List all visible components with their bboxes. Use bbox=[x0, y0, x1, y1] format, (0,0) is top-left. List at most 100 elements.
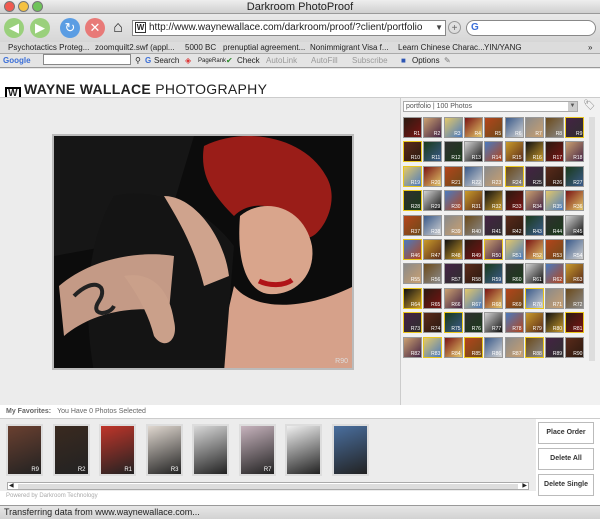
thumbnail-item[interactable]: R78 bbox=[504, 312, 524, 334]
favorite-item[interactable]: R2 bbox=[52, 424, 90, 476]
thumbnail-item[interactable]: R4 bbox=[463, 117, 483, 138]
autolink-button[interactable]: AutoLink bbox=[266, 54, 297, 68]
bookmark-item[interactable]: Psychotactics Proteg... bbox=[8, 42, 89, 53]
thumbnail-item[interactable]: R61 bbox=[524, 263, 544, 285]
thumbnail-item[interactable]: R46 bbox=[403, 239, 422, 260]
favorite-item[interactable]: R7 bbox=[238, 424, 276, 476]
zoom-window-icon[interactable] bbox=[32, 1, 43, 12]
thumbnail-item[interactable]: R37 bbox=[403, 214, 422, 236]
thumbnail-item[interactable]: R6 bbox=[504, 117, 524, 138]
thumbnail-item[interactable]: R90 bbox=[565, 336, 585, 358]
place-order-button[interactable]: Place Order bbox=[538, 422, 594, 444]
stop-icon[interactable]: ✕ bbox=[85, 18, 105, 38]
thumbnail-item[interactable]: R45 bbox=[565, 214, 585, 236]
favorite-item[interactable]: R9 bbox=[6, 424, 43, 476]
thumbnail-item[interactable]: R17 bbox=[545, 141, 565, 163]
favorite-item[interactable] bbox=[285, 424, 322, 476]
thumbnail-item[interactable]: R89 bbox=[545, 336, 565, 358]
thumbnail-item[interactable]: R35 bbox=[545, 190, 565, 212]
thumbnail-item[interactable]: R70 bbox=[524, 287, 544, 309]
thumbnail-item[interactable]: R12 bbox=[443, 141, 463, 163]
thumbnail-item[interactable]: R81 bbox=[565, 312, 585, 334]
minimize-window-icon[interactable] bbox=[18, 1, 29, 12]
thumbnail-item[interactable]: R72 bbox=[565, 287, 585, 309]
thumbnail-item[interactable]: R30 bbox=[443, 190, 463, 212]
thumbnail-item[interactable]: R40 bbox=[463, 214, 483, 236]
delete-single-button[interactable]: Delete Single bbox=[538, 474, 594, 496]
google-search-button[interactable]: Search bbox=[154, 54, 179, 68]
thumbnail-item[interactable]: R47 bbox=[423, 239, 443, 260]
thumbnail-item[interactable]: R42 bbox=[504, 214, 524, 236]
bookmark-item[interactable]: zoomquilt2.swf (appl... bbox=[95, 42, 175, 53]
thumbnail-item[interactable]: R51 bbox=[504, 239, 524, 260]
thumbnail-item[interactable]: R26 bbox=[545, 165, 565, 187]
thumbnail-item[interactable]: R8 bbox=[545, 117, 565, 138]
thumbnail-item[interactable]: R84 bbox=[443, 336, 463, 358]
thumbnail-item[interactable]: R62 bbox=[545, 263, 565, 285]
favorite-item[interactable] bbox=[192, 424, 229, 476]
thumbnail-item[interactable]: R19 bbox=[403, 165, 422, 187]
thumbnail-item[interactable]: R83 bbox=[423, 336, 443, 358]
thumbnail-item[interactable]: R10 bbox=[403, 141, 422, 163]
thumbnail-item[interactable]: R56 bbox=[423, 263, 443, 285]
thumbnail-item[interactable]: R58 bbox=[463, 263, 483, 285]
thumbnail-item[interactable]: R75 bbox=[443, 312, 463, 334]
thumbnail-item[interactable]: R41 bbox=[484, 214, 504, 236]
thumbnail-item[interactable]: R20 bbox=[423, 165, 443, 187]
google-search-input[interactable] bbox=[43, 54, 131, 65]
thumbnail-item[interactable]: R32 bbox=[484, 190, 504, 212]
check-button[interactable]: Check bbox=[237, 54, 260, 68]
favorite-item[interactable]: R1 bbox=[99, 424, 136, 476]
thumbnail-item[interactable]: R11 bbox=[423, 141, 443, 163]
thumbnail-item[interactable]: R87 bbox=[504, 336, 524, 358]
thumbnail-item[interactable]: R36 bbox=[565, 190, 585, 212]
thumbnail-item[interactable]: R7 bbox=[524, 117, 544, 138]
pagerank-indicator[interactable]: PageRank bbox=[198, 54, 226, 68]
thumbnail-item[interactable]: R49 bbox=[463, 239, 483, 260]
thumbnail-item[interactable]: R82 bbox=[403, 336, 422, 358]
thumbnail-item[interactable]: R34 bbox=[524, 190, 544, 212]
scroll-right-icon[interactable]: ▶ bbox=[522, 482, 527, 489]
bookmark-item[interactable]: prenuptial agreement... bbox=[223, 42, 305, 53]
favorite-item[interactable]: R3 bbox=[145, 424, 183, 476]
thumbnail-item[interactable]: R57 bbox=[443, 263, 463, 285]
close-window-icon[interactable] bbox=[4, 1, 15, 12]
thumbnail-item[interactable]: R59 bbox=[484, 263, 504, 285]
thumbnail-item[interactable]: R50 bbox=[484, 239, 504, 260]
search-field[interactable]: G bbox=[466, 20, 596, 36]
thumbnail-item[interactable]: R5 bbox=[484, 117, 504, 138]
reload-icon[interactable]: ↻ bbox=[60, 18, 80, 38]
thumbnail-item[interactable]: R80 bbox=[545, 312, 565, 334]
thumbnail-item[interactable]: R69 bbox=[504, 287, 524, 309]
thumbnail-item[interactable]: R71 bbox=[545, 287, 565, 309]
thumbnail-item[interactable]: R24 bbox=[504, 165, 524, 187]
thumbnail-item[interactable]: R18 bbox=[565, 141, 585, 163]
favorite-item[interactable] bbox=[331, 424, 369, 476]
thumbnail-item[interactable]: R65 bbox=[423, 287, 443, 309]
thumbnail-item[interactable]: R73 bbox=[403, 312, 422, 334]
thumbnail-item[interactable]: R79 bbox=[524, 312, 544, 334]
thumbnail-item[interactable]: R28 bbox=[403, 190, 422, 212]
thumbnail-item[interactable]: R1 bbox=[403, 117, 422, 138]
thumbnail-item[interactable]: R9 bbox=[565, 117, 585, 138]
bookmark-item[interactable]: YIN/YANG bbox=[484, 42, 522, 53]
thumbnail-item[interactable]: R33 bbox=[504, 190, 524, 212]
thumbnail-item[interactable]: R21 bbox=[443, 165, 463, 187]
thumbnail-item[interactable]: R77 bbox=[484, 312, 504, 334]
thumbnail-item[interactable]: R3 bbox=[443, 117, 463, 138]
thumbnail-item[interactable]: R23 bbox=[484, 165, 504, 187]
bookmarks-overflow-icon[interactable]: » bbox=[588, 42, 592, 53]
thumbnail-item[interactable]: R74 bbox=[423, 312, 443, 334]
back-button[interactable]: ◀ bbox=[4, 18, 24, 38]
bookmark-item[interactable]: 5000 BC bbox=[185, 42, 216, 53]
scroll-left-icon[interactable]: ◀ bbox=[9, 482, 14, 489]
thumbnail-item[interactable]: R55 bbox=[403, 263, 422, 285]
thumbnail-item[interactable]: R67 bbox=[463, 287, 483, 309]
thumbnail-item[interactable]: R15 bbox=[504, 141, 524, 163]
thumbnail-item[interactable]: R29 bbox=[423, 190, 443, 212]
pencil-icon[interactable]: ✎ bbox=[444, 54, 451, 68]
thumbnail-item[interactable]: R86 bbox=[484, 336, 504, 358]
thumbnail-item[interactable]: R53 bbox=[545, 239, 565, 260]
thumbnail-item[interactable]: R2 bbox=[423, 117, 443, 138]
thumbnail-item[interactable]: R54 bbox=[565, 239, 585, 260]
